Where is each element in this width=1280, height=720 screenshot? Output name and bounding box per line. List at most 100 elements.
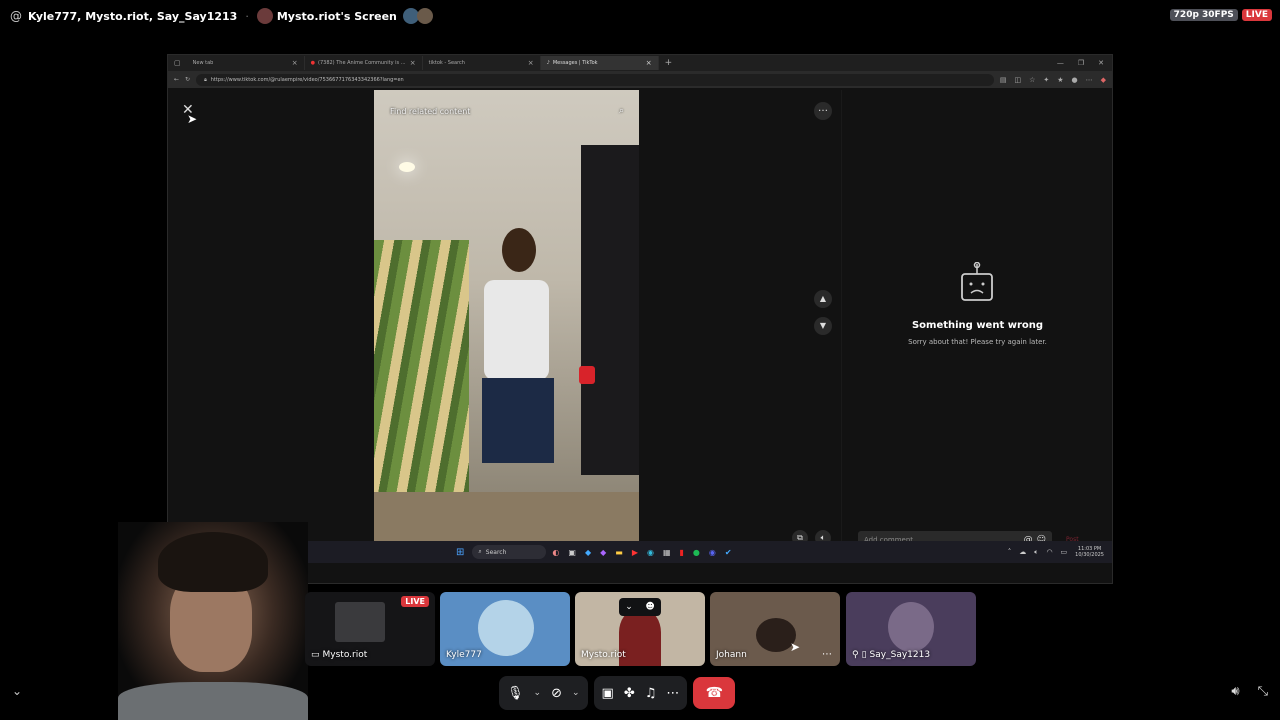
- person-shorts: [482, 378, 554, 463]
- wifi-icon[interactable]: ◠: [1046, 548, 1052, 556]
- error-title: Something went wrong: [911, 320, 1044, 331]
- tile-hover-controls: ⌄ ☻: [619, 598, 661, 616]
- speaker-icon[interactable]: 🔈︎: [1034, 548, 1038, 557]
- disconnect-button[interactable]: ☎: [693, 677, 736, 709]
- chevron-down-icon[interactable]: ⌄: [625, 602, 633, 612]
- app-icon[interactable]: ▮: [680, 548, 684, 557]
- participant-tile-stream[interactable]: LIVE ▭ Mysto.riot: [305, 592, 435, 666]
- find-related-search[interactable]: Find related content ⌕: [382, 102, 632, 120]
- browser-tab[interactable]: New tab ×: [187, 56, 305, 70]
- screen-owner-label[interactable]: Mysto.riot's Screen: [277, 10, 397, 23]
- url-field[interactable]: 🔒︎ https://www.tiktok.com/@rulaempire/vi…: [196, 73, 994, 86]
- widgets-icon[interactable]: ◐: [552, 548, 559, 557]
- stream-preview: [335, 602, 385, 642]
- more-icon[interactable]: ⋯: [666, 686, 679, 701]
- steam-icon[interactable]: ✔: [725, 548, 732, 557]
- menu-dots-icon[interactable]: ⋯: [1086, 76, 1093, 84]
- browser-tab[interactable]: tiktok - Search ×: [423, 56, 541, 70]
- camera-off-icon[interactable]: ⊘: [551, 686, 562, 701]
- exit-fullscreen-icon[interactable]: ⤡: [1258, 684, 1268, 699]
- person-hair: [158, 532, 268, 592]
- browser-tab-active[interactable]: ♪ Messages | TikTok ×: [540, 56, 659, 70]
- search-icon[interactable]: ⌕: [619, 106, 624, 116]
- avatar: [478, 600, 534, 656]
- lock-icon: 🔒︎: [204, 76, 207, 83]
- discord-icon[interactable]: ◉: [709, 548, 716, 557]
- search-icon: ⌕: [478, 548, 482, 555]
- next-video-button[interactable]: ▼: [814, 317, 832, 335]
- tiktok-icon: ♪: [546, 60, 550, 66]
- ceiling-light: [399, 162, 415, 172]
- user-settings-icon[interactable]: ☻: [645, 602, 654, 612]
- mouse-cursor-icon: ➤: [187, 112, 198, 126]
- close-tab-icon[interactable]: ×: [410, 59, 416, 67]
- spotify-icon[interactable]: ●: [693, 548, 700, 557]
- browser-tab[interactable]: ● (7382) The Anime Community is ... ×: [305, 56, 423, 70]
- participant-tile-kyle777[interactable]: Kyle777: [440, 592, 570, 666]
- minimize-icon[interactable]: —: [1057, 59, 1064, 67]
- browser-tabbar: ▢ New tab × ● (7382) The Anime Community …: [168, 55, 1112, 71]
- favorites-icon[interactable]: ★: [1057, 76, 1063, 84]
- taskbar-search[interactable]: ⌕ Search: [472, 545, 547, 559]
- mouse-cursor-icon: ➤: [790, 640, 801, 654]
- battery-icon[interactable]: ▭: [1061, 548, 1068, 556]
- screen-share-icon: ▭: [311, 650, 320, 660]
- person-shirt: [118, 682, 308, 720]
- teams-icon[interactable]: ◆: [600, 548, 606, 557]
- activity-controls: ▣ ✤ ♫ ⋯: [593, 676, 688, 710]
- refresh-icon[interactable]: ↻: [185, 76, 190, 83]
- close-tab-icon[interactable]: ×: [646, 59, 652, 67]
- profile-icon[interactable]: ●: [1072, 76, 1078, 84]
- volume-icon[interactable]: 🔊︎: [1231, 684, 1239, 699]
- edge-icon[interactable]: ◉: [647, 548, 654, 557]
- more-options-button[interactable]: …: [814, 102, 832, 120]
- back-icon[interactable]: ←: [174, 76, 179, 83]
- taskbar-clock[interactable]: 11:03 PM 10/30/2025: [1075, 546, 1104, 558]
- chevron-down-icon[interactable]: ⌄: [534, 688, 542, 698]
- split-screen-icon[interactable]: ◫: [1014, 76, 1021, 84]
- file-explorer-icon[interactable]: ▬: [615, 548, 623, 557]
- youtube-icon: ●: [310, 60, 315, 66]
- extensions-icon[interactable]: ✦: [1043, 76, 1049, 84]
- participant-tile-mysto-riot[interactable]: ⌄ ☻ Mysto.riot: [575, 592, 705, 666]
- onedrive-icon[interactable]: ☁: [1019, 548, 1026, 556]
- system-tray: ˄ ☁ 🔈︎ ◠ ▭ 11:03 PM 10/30/2025: [1008, 546, 1112, 558]
- more-options-icon[interactable]: ⋯: [822, 649, 832, 660]
- close-tab-icon[interactable]: ×: [292, 59, 298, 67]
- self-camera-feed: [118, 522, 308, 720]
- mobile-icon: ▯: [861, 650, 867, 660]
- view-controls: 🔊︎ ⤡: [1231, 684, 1268, 699]
- video-player[interactable]: Find related content ⌕: [374, 90, 639, 562]
- end-call-icon: ☎: [705, 685, 724, 701]
- read-mode-icon[interactable]: ▤: [1000, 76, 1007, 84]
- person-head: [502, 228, 536, 272]
- activities-icon[interactable]: ✤: [624, 686, 635, 701]
- store-icon[interactable]: ▦: [663, 548, 671, 557]
- participant-tile-johann[interactable]: Johann ⋯: [710, 592, 840, 666]
- windows-taskbar: ⊞ ⌕ Search ◐ ▣ ◆ ◆ ▬ ▶ ◉ ▦ ▮ ● ◉ ✔ ˄ ☁ 🔈…: [168, 541, 1112, 563]
- soundboard-icon[interactable]: ♫: [645, 686, 657, 701]
- windows-start-icon[interactable]: ⊞: [456, 547, 464, 558]
- address-bar-row: ← ↻ 🔒︎ https://www.tiktok.com/@rulaempir…: [168, 71, 1112, 88]
- favorite-star-icon[interactable]: ☆: [1029, 76, 1035, 84]
- task-view-icon[interactable]: ▣: [568, 548, 576, 557]
- participant-tile-say-say1213[interactable]: ⚲ ▯ Say_Say1213: [846, 592, 976, 666]
- collapse-chevron-icon[interactable]: ⌄: [12, 684, 22, 698]
- restore-icon[interactable]: ❐: [1078, 59, 1084, 67]
- tab-actions-icon[interactable]: ▢: [168, 59, 187, 67]
- tray-chevron-icon[interactable]: ˄: [1008, 548, 1012, 556]
- call-controls: 🎙︎ ⌄ ⊘ ⌄ ▣ ✤ ♫ ⋯ ☎: [499, 676, 736, 710]
- screen-share-icon[interactable]: ▣: [602, 686, 614, 701]
- chevron-down-icon[interactable]: ⌄: [572, 688, 580, 698]
- microphone-icon[interactable]: 🎙︎: [507, 686, 524, 701]
- youtube-app-icon[interactable]: ▶: [632, 548, 638, 557]
- shower-curtain: [374, 240, 469, 510]
- close-window-icon[interactable]: ✕: [1098, 59, 1104, 67]
- separator-dot: ·: [245, 9, 249, 23]
- previous-video-button[interactable]: ▲: [814, 290, 832, 308]
- copilot-app-icon[interactable]: ◆: [585, 548, 591, 557]
- call-participants: Kyle777, Mysto.riot, Say_Say1213: [28, 9, 238, 23]
- copilot-icon[interactable]: ◆: [1101, 76, 1106, 84]
- new-tab-icon[interactable]: +: [665, 58, 673, 68]
- close-tab-icon[interactable]: ×: [528, 59, 534, 67]
